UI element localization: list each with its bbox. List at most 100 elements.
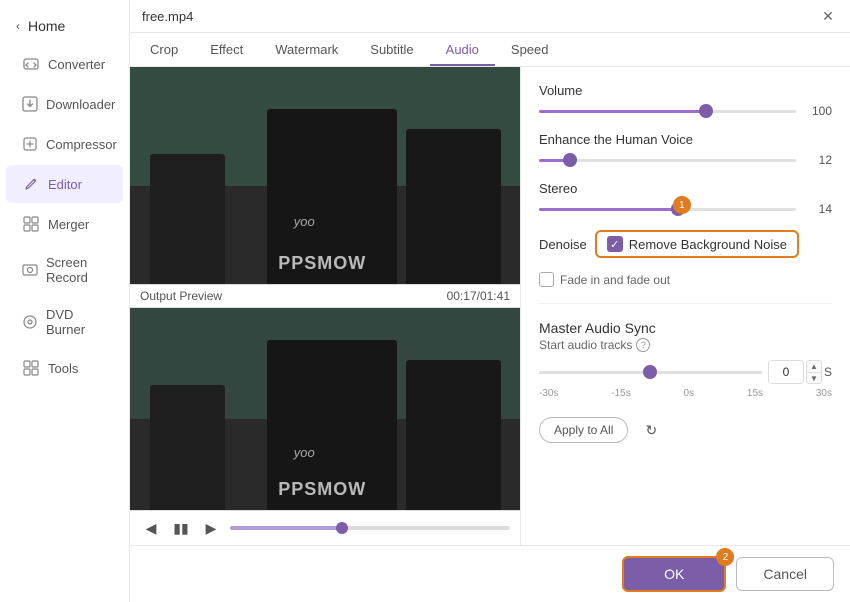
prev-button[interactable]: ◀	[140, 517, 162, 539]
close-button[interactable]: ✕	[818, 6, 838, 26]
master-audio-sync: Master Audio Sync Start audio tracks ? ▲	[539, 320, 832, 399]
sync-subtitle: Start audio tracks ?	[539, 338, 832, 352]
pause-button[interactable]: ▮▮	[170, 517, 192, 539]
title-bar: free.mp4 ✕	[130, 0, 850, 33]
progress-fill	[230, 526, 342, 530]
next-button[interactable]: ▶	[200, 517, 222, 539]
stereo-slider[interactable]: 1	[539, 208, 796, 211]
stereo-thumb[interactable]: 1	[671, 202, 685, 216]
tab-crop[interactable]: Crop	[134, 33, 194, 66]
enhance-control: Enhance the Human Voice 12	[539, 132, 832, 167]
player-timestamp: 00:17/01:41	[447, 289, 510, 303]
main-content: free.mp4 ✕ Crop Effect Watermark Subtitl…	[130, 0, 850, 602]
enhance-value: 12	[804, 153, 832, 167]
bottom-actions: Apply to All ↻	[539, 417, 832, 443]
video-preview-bottom: yoo PPSMOW	[130, 308, 520, 510]
output-label-row: Output Preview 00:17/01:41	[130, 284, 520, 308]
sidebar-item-editor[interactable]: Editor	[6, 165, 123, 203]
sync-slider[interactable]	[539, 371, 762, 374]
footer: OK 2 Cancel	[130, 545, 850, 602]
cancel-button[interactable]: Cancel	[736, 557, 834, 591]
enhance-thumb[interactable]	[563, 153, 577, 167]
ok-button-wrap: OK 2	[622, 556, 726, 592]
sidebar-item-screen-record[interactable]: Screen Record	[6, 245, 123, 295]
checked-icon: ✓	[607, 236, 623, 252]
compressor-label: Compressor	[46, 137, 117, 152]
fade-label: Fade in and fade out	[560, 273, 670, 287]
home-label: Home	[28, 18, 65, 34]
sync-label-m30: -30s	[539, 388, 558, 399]
refresh-button[interactable]: ↻	[638, 417, 664, 443]
sync-slider-row: ▲ ▼ S	[539, 360, 832, 384]
downloader-label: Downloader	[46, 97, 115, 112]
sync-thumb[interactable]	[643, 365, 657, 379]
volume-slider[interactable]	[539, 110, 796, 113]
screen-record-label: Screen Record	[46, 255, 107, 285]
volume-slider-row: 100	[539, 104, 832, 118]
sync-subtitle-text: Start audio tracks	[539, 338, 632, 352]
converter-label: Converter	[48, 57, 105, 72]
tabs-bar: Crop Effect Watermark Subtitle Audio Spe…	[130, 33, 850, 67]
downloader-icon	[22, 95, 38, 113]
audio-settings-panel: Volume 100 Enhance the Human Voice	[520, 67, 850, 545]
sync-label-0: 0s	[684, 388, 695, 399]
sync-label-p30: 30s	[816, 388, 832, 399]
sync-down-button[interactable]: ▼	[806, 372, 822, 384]
denoise-label: Denoise	[539, 237, 587, 252]
stereo-control: Stereo 1 14	[539, 181, 832, 216]
sidebar-item-merger[interactable]: Merger	[6, 205, 123, 243]
ok-button[interactable]: OK	[622, 556, 726, 592]
tools-icon	[22, 359, 40, 377]
sync-spinners: ▲ ▼	[806, 360, 822, 384]
volume-value: 100	[804, 104, 832, 118]
volume-label: Volume	[539, 83, 832, 98]
merger-icon	[22, 215, 40, 233]
editor-label: Editor	[48, 177, 82, 192]
editor-icon	[22, 175, 40, 193]
sidebar-item-tools[interactable]: Tools	[6, 349, 123, 387]
editor-area: yoo PPSMOW Output Preview 00:17/01:41	[130, 67, 850, 545]
converter-icon	[22, 55, 40, 73]
file-title: free.mp4	[142, 9, 193, 24]
sidebar-item-downloader[interactable]: Downloader	[6, 85, 123, 123]
merger-label: Merger	[48, 217, 89, 232]
remove-noise-checkbox[interactable]: ✓ Remove Background Noise	[595, 230, 799, 258]
compressor-icon	[22, 135, 38, 153]
fade-checkbox[interactable]	[539, 272, 554, 287]
output-preview-label: Output Preview	[140, 289, 222, 303]
video-section: yoo PPSMOW Output Preview 00:17/01:41	[130, 67, 520, 545]
volume-thumb[interactable]	[699, 104, 713, 118]
enhance-slider[interactable]	[539, 159, 796, 162]
apply-all-button[interactable]: Apply to All	[539, 417, 628, 443]
remove-noise-label: Remove Background Noise	[629, 237, 787, 252]
sync-label-m15: -15s	[611, 388, 630, 399]
sync-label-p15: 15s	[747, 388, 763, 399]
tab-effect[interactable]: Effect	[194, 33, 259, 66]
sync-title: Master Audio Sync	[539, 320, 832, 336]
sidebar-item-dvd-burner[interactable]: DVD Burner	[6, 297, 123, 347]
stereo-badge: 1	[673, 196, 691, 214]
denoise-row: Denoise ✓ Remove Background Noise	[539, 230, 832, 258]
screen-record-icon	[22, 261, 38, 279]
tab-speed[interactable]: Speed	[495, 33, 565, 66]
tab-subtitle[interactable]: Subtitle	[354, 33, 429, 66]
fade-row: Fade in and fade out	[539, 272, 832, 287]
video-preview-top: yoo PPSMOW	[130, 67, 520, 284]
tab-watermark[interactable]: Watermark	[259, 33, 354, 66]
volume-control: Volume 100	[539, 83, 832, 118]
sync-unit: S	[824, 365, 832, 379]
info-icon[interactable]: ?	[636, 338, 650, 352]
divider	[539, 303, 832, 304]
sync-value-input[interactable]	[768, 360, 804, 384]
tab-audio[interactable]: Audio	[430, 33, 495, 66]
progress-thumb	[336, 522, 348, 534]
stereo-label: Stereo	[539, 181, 832, 196]
sidebar-item-compressor[interactable]: Compressor	[6, 125, 123, 163]
sync-up-button[interactable]: ▲	[806, 360, 822, 372]
sidebar-item-converter[interactable]: Converter	[6, 45, 123, 83]
progress-bar[interactable]	[230, 526, 510, 530]
ok-badge: 2	[716, 548, 734, 566]
player-controls: ◀ ▮▮ ▶	[130, 510, 520, 545]
sidebar-home[interactable]: ‹ Home	[0, 8, 129, 44]
stereo-slider-row: 1 14	[539, 202, 832, 216]
